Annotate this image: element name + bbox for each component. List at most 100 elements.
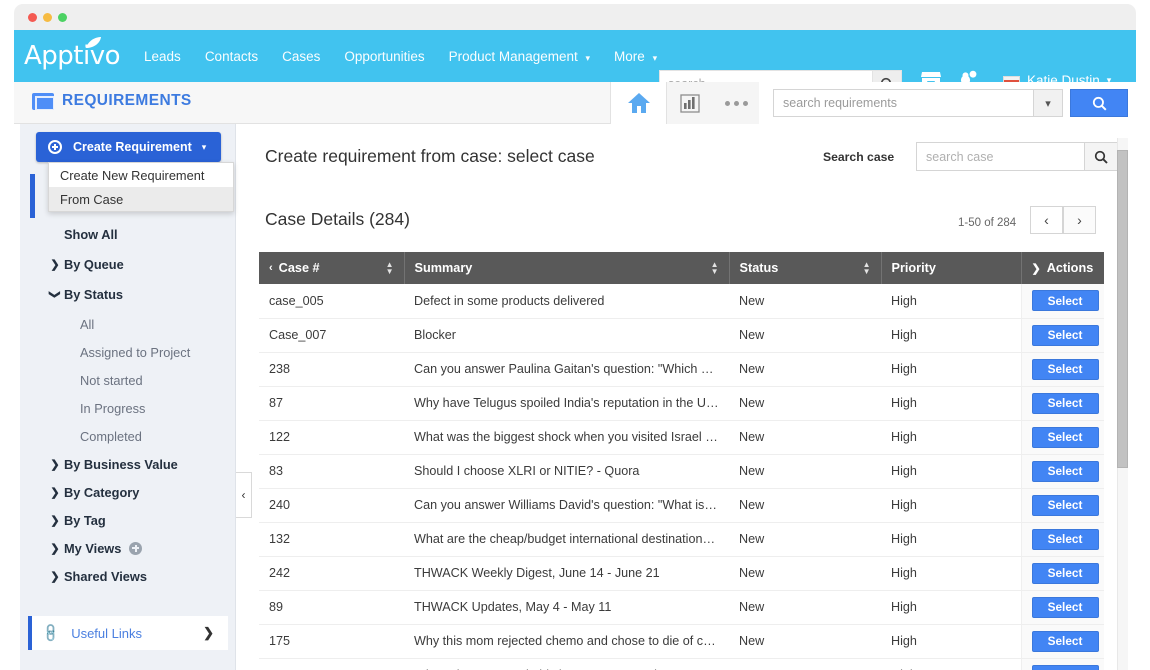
table-row[interactable]: 87Why have Telugus spoiled India's reput… xyxy=(259,386,1104,420)
sort-icon[interactable]: ▲▼ xyxy=(863,261,871,275)
table-row[interactable]: case_005Defect in some products delivere… xyxy=(259,284,1104,318)
nav-label: Product Management xyxy=(449,49,578,64)
cell-priority: High xyxy=(881,488,1021,522)
select-button[interactable]: Select xyxy=(1032,563,1099,584)
requirements-search-button[interactable] xyxy=(1070,89,1128,117)
sidebar-item-label: Assigned to Project xyxy=(80,345,190,360)
table-row[interactable]: 240Can you answer Williams David's quest… xyxy=(259,488,1104,522)
cell-case-number: 87 xyxy=(259,386,404,420)
vertical-scrollbar-thumb[interactable] xyxy=(1117,150,1128,468)
table-row[interactable]: 122What was the biggest shock when you v… xyxy=(259,420,1104,454)
menu-item-create-new-requirement[interactable]: Create New Requirement xyxy=(49,163,233,187)
nav-link-cases[interactable]: Cases xyxy=(282,49,320,64)
select-button[interactable]: Select xyxy=(1032,631,1099,652)
nav-link-product-management[interactable]: Product Management ▾ xyxy=(449,49,590,64)
select-button[interactable]: Select xyxy=(1032,290,1099,311)
cell-actions: Select xyxy=(1021,454,1104,488)
select-button[interactable]: Select xyxy=(1032,495,1099,516)
sidebar-item-label: My Views xyxy=(64,541,121,556)
sidebar-item-label: Completed xyxy=(80,429,142,444)
column-header-priority[interactable]: Priority xyxy=(881,252,1021,284)
pagination-next-button[interactable]: › xyxy=(1063,206,1096,234)
sidebar-item-shared-views[interactable]: ❯ Shared Views xyxy=(20,562,236,590)
nav-link-opportunities[interactable]: Opportunities xyxy=(344,49,424,64)
table-row[interactable]: 172What Obama wrote in his letter to Tru… xyxy=(259,658,1104,670)
nav-link-contacts[interactable]: Contacts xyxy=(205,49,258,64)
ellipsis-icon xyxy=(725,101,730,106)
dashboard-button[interactable] xyxy=(667,82,713,124)
nav-label: Cases xyxy=(282,49,320,64)
cell-summary: Should I choose XLRI or NITIE? - Quora xyxy=(404,454,729,488)
table-row[interactable]: Case_007BlockerNewHighSelect xyxy=(259,318,1104,352)
sidebar-item-in-progress[interactable]: In Progress xyxy=(20,394,236,422)
cell-case-number: case_005 xyxy=(259,284,404,318)
nav-link-more[interactable]: More ▾ xyxy=(614,49,657,64)
sidebar-item-my-views[interactable]: ❯ My Views xyxy=(20,534,236,562)
create-requirement-label: Create Requirement xyxy=(73,140,192,154)
sidebar-item-by-queue[interactable]: ❯ By Queue xyxy=(20,250,236,278)
sidebar-collapse-handle[interactable]: ‹ xyxy=(236,472,252,518)
select-button[interactable]: Select xyxy=(1032,427,1099,448)
cell-case-number: 242 xyxy=(259,556,404,590)
chevron-right-icon: ❯ xyxy=(48,570,62,583)
search-filter-dropdown[interactable]: ▾ xyxy=(1033,89,1063,117)
sidebar-item-label: By Category xyxy=(64,485,139,500)
column-header-actions[interactable]: ❯ Actions xyxy=(1021,252,1104,284)
cell-actions: Select xyxy=(1021,420,1104,454)
minimize-window-button[interactable] xyxy=(43,13,52,22)
column-label: Status xyxy=(740,261,779,275)
apptivo-logo[interactable]: Apptivo xyxy=(24,41,120,71)
column-header-summary[interactable]: Summary ▲▼ xyxy=(404,252,729,284)
table-row[interactable]: 242THWACK Weekly Digest, June 14 - June … xyxy=(259,556,1104,590)
maximize-window-button[interactable] xyxy=(58,13,67,22)
sidebar-item-label: In Progress xyxy=(80,401,145,416)
sort-icon[interactable]: ▲▼ xyxy=(386,261,394,275)
sidebar-item-by-tag[interactable]: ❯ By Tag xyxy=(20,506,236,534)
select-button[interactable]: Select xyxy=(1032,529,1099,550)
add-view-icon[interactable] xyxy=(129,542,142,555)
table-row[interactable]: 238Can you answer Paulina Gaitan's quest… xyxy=(259,352,1104,386)
select-button[interactable]: Select xyxy=(1032,461,1099,482)
nav-link-leads[interactable]: Leads xyxy=(144,49,181,64)
table-header-row: ‹ Case # ▲▼ Summary ▲▼ xyxy=(259,252,1104,284)
menu-item-from-case[interactable]: From Case xyxy=(49,187,233,211)
home-button[interactable] xyxy=(611,82,667,124)
sidebar-item-by-category[interactable]: ❯ By Category xyxy=(20,478,236,506)
sidebar-item-by-status[interactable]: ❯ By Status xyxy=(20,280,236,308)
more-options-button[interactable] xyxy=(713,82,759,124)
sidebar-item-label: Show All xyxy=(64,227,118,242)
cell-actions: Select xyxy=(1021,522,1104,556)
cell-priority: High xyxy=(881,454,1021,488)
pagination-prev-button[interactable]: ‹ xyxy=(1030,206,1063,234)
search-case-input[interactable] xyxy=(916,142,1084,171)
sidebar-item-show-all[interactable]: Show All xyxy=(20,220,236,248)
table-row[interactable]: 89THWACK Updates, May 4 - May 11NewHighS… xyxy=(259,590,1104,624)
table-row[interactable]: 175Why this mom rejected chemo and chose… xyxy=(259,624,1104,658)
table-row[interactable]: 83Should I choose XLRI or NITIE? - Quora… xyxy=(259,454,1104,488)
close-window-button[interactable] xyxy=(28,13,37,22)
leaf-icon xyxy=(85,37,102,49)
select-button[interactable]: Select xyxy=(1032,325,1099,346)
search-case-button[interactable] xyxy=(1084,142,1118,171)
sidebar-item-all[interactable]: All xyxy=(20,310,236,338)
sidebar-item-assigned-to-project[interactable]: Assigned to Project xyxy=(20,338,236,366)
sidebar-item-useful-links[interactable]: 🔗 Useful Links ❯ xyxy=(28,616,228,650)
select-button[interactable]: Select xyxy=(1032,665,1099,670)
column-header-status[interactable]: Status ▲▼ xyxy=(729,252,881,284)
column-header-case-number[interactable]: ‹ Case # ▲▼ xyxy=(259,252,404,284)
sidebar-active-indicator xyxy=(30,174,35,218)
select-button[interactable]: Select xyxy=(1032,597,1099,618)
select-button[interactable]: Select xyxy=(1032,359,1099,380)
sidebar-item-by-business-value[interactable]: ❯ By Business Value xyxy=(20,450,236,478)
create-requirement-button[interactable]: Create Requirement ▾ xyxy=(36,132,221,162)
requirements-search-input[interactable] xyxy=(773,89,1033,117)
cell-priority: High xyxy=(881,624,1021,658)
sort-icon[interactable]: ▲▼ xyxy=(711,261,719,275)
select-button[interactable]: Select xyxy=(1032,393,1099,414)
table-row[interactable]: 132What are the cheap/budget internation… xyxy=(259,522,1104,556)
cell-priority: High xyxy=(881,658,1021,670)
sidebar-item-completed[interactable]: Completed xyxy=(20,422,236,450)
cell-summary: What Obama wrote in his letter to Trump,… xyxy=(404,658,729,670)
cell-summary: THWACK Weekly Digest, June 14 - June 21 xyxy=(404,556,729,590)
sidebar-item-not-started[interactable]: Not started xyxy=(20,366,236,394)
